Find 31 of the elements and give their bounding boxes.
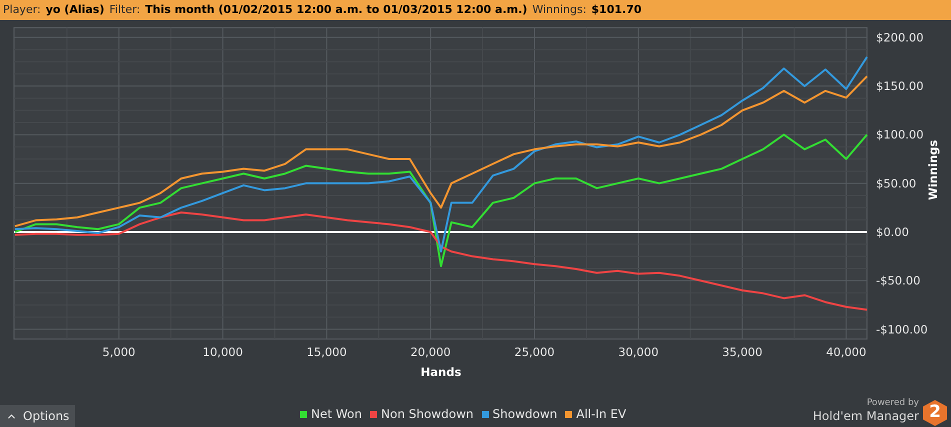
y-axis-title: Winnings: [926, 140, 940, 200]
logo-badge: 2: [923, 400, 947, 426]
x-tick-label: 5,000: [102, 345, 136, 359]
y-tick-label: -$50.00: [876, 274, 920, 288]
x-tick-label: 25,000: [514, 345, 555, 359]
header-label: Player:: [3, 2, 41, 18]
options-button[interactable]: Options: [0, 405, 76, 427]
legend-label: All-In EV: [576, 406, 626, 423]
legend-label: Showdown: [492, 406, 558, 423]
x-tick-label: 20,000: [410, 345, 451, 359]
y-tick-label: $150.00: [876, 79, 924, 94]
legend-label: Net Won: [311, 406, 362, 423]
x-tick-label: 40,000: [826, 345, 866, 359]
x-tick-label: 35,000: [722, 345, 762, 359]
header-value: $101.70: [591, 2, 642, 18]
legend-label: Non Showdown: [381, 406, 474, 423]
logo-name: Hold'em Manager: [812, 410, 919, 422]
y-tick-label: $0.00: [876, 225, 909, 239]
y-tick-label: $200.00: [876, 30, 924, 44]
x-tick-label: 10,000: [202, 345, 243, 359]
header-value: This month (01/02/2015 12:00 a.m. to 01/03/2015 12:00 a.m.): [145, 2, 528, 18]
y-tick-label: $100.00: [876, 128, 924, 142]
header-value: yo (Alias): [46, 2, 104, 18]
x-tick-label: 15,000: [306, 345, 347, 359]
x-tick-label: 30,000: [618, 345, 659, 359]
header-label: Winnings:: [532, 2, 586, 18]
y-tick-label: $50.00: [876, 176, 916, 190]
header-label: Filter:: [109, 2, 140, 18]
x-axis-title: Hands: [420, 365, 462, 379]
logo-caption: Powered by: [866, 399, 919, 408]
y-tick-label: -$100.00: [876, 322, 928, 336]
